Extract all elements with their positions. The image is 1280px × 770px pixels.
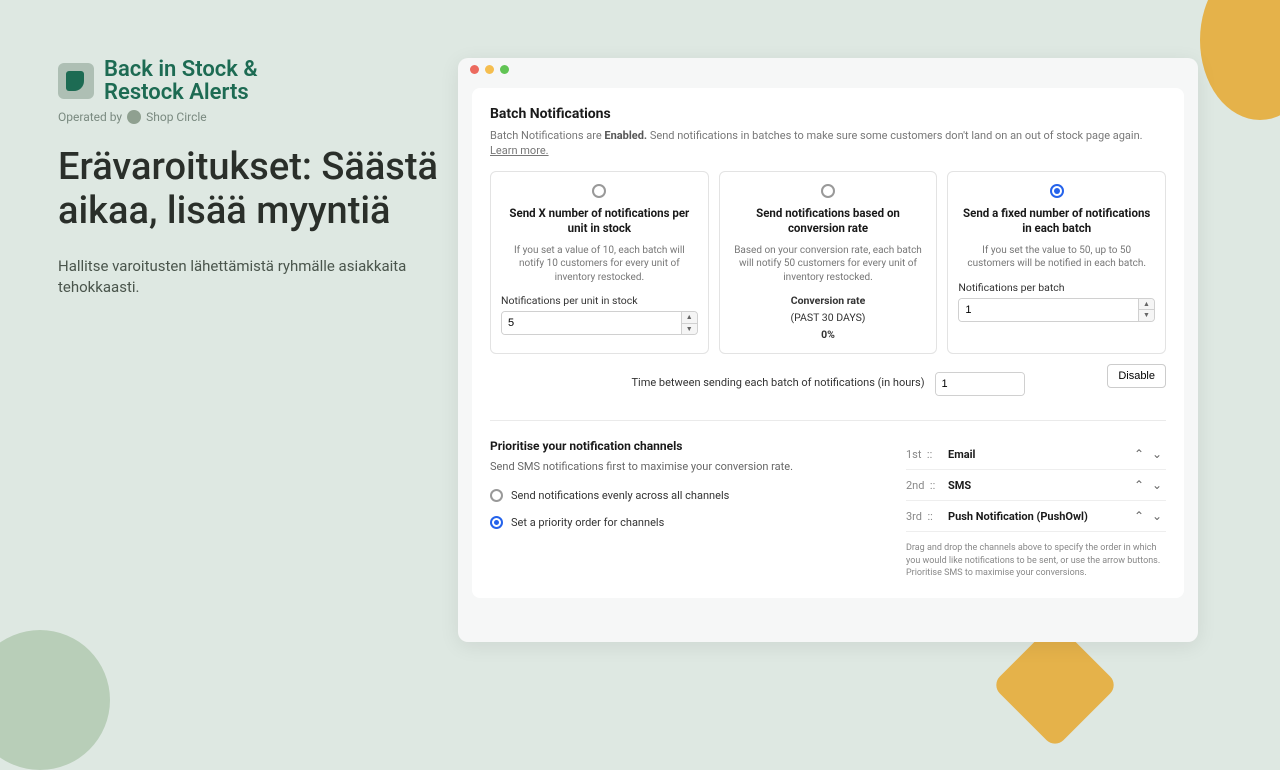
time-between-label: Time between sending each batch of notif…	[631, 376, 924, 389]
chevron-up-icon[interactable]: ⌃	[1130, 478, 1148, 492]
notifications-per-unit-input[interactable]: ▲ ▼	[501, 311, 698, 335]
learn-more-link[interactable]: Learn more.	[490, 144, 549, 157]
operated-by-label: Operated by	[58, 110, 122, 124]
channel-row-sms[interactable]: 2nd :: SMS ⌃ ⌄	[906, 470, 1166, 501]
chevron-up-icon[interactable]: ⌃	[1130, 509, 1148, 523]
app-window: Batch Notifications Batch Notifications …	[458, 58, 1198, 642]
headline: Erävaroitukset: Säästä aikaa, lisää myyn…	[58, 146, 438, 233]
priority-title: Prioritise your notification channels	[490, 439, 876, 453]
option-conversion[interactable]: Send notifications based on conversion r…	[719, 171, 938, 354]
stepper-down-icon[interactable]: ▼	[1139, 310, 1154, 321]
divider	[490, 420, 1166, 421]
time-between-input[interactable]: ▲ ▼	[935, 372, 1025, 396]
option-fixed[interactable]: Send a fixed number of notifications in …	[947, 171, 1166, 354]
radio-per-unit[interactable]	[592, 184, 606, 198]
stepper-up-icon[interactable]: ▲	[1139, 299, 1154, 311]
channel-row-email[interactable]: 1st :: Email ⌃ ⌄	[906, 439, 1166, 470]
shop-circle-icon	[127, 110, 141, 124]
chevron-down-icon[interactable]: ⌄	[1148, 509, 1166, 523]
marketing-panel: Back in Stock & Restock Alerts Operated …	[58, 58, 438, 299]
radio-priority-order[interactable]	[490, 516, 503, 529]
disable-button[interactable]: Disable	[1107, 364, 1166, 388]
option-per-unit[interactable]: Send X number of notifications per unit …	[490, 171, 709, 354]
window-titlebar	[458, 58, 1198, 80]
option-evenly[interactable]: Send notifications evenly across all cha…	[490, 489, 876, 502]
per-unit-value[interactable]	[502, 312, 681, 334]
radio-fixed[interactable]	[1050, 184, 1064, 198]
brand-name: Back in Stock & Restock Alerts	[104, 58, 258, 104]
option-priority-order[interactable]: Set a priority order for channels	[490, 516, 876, 529]
batch-title: Batch Notifications	[490, 106, 1166, 122]
app-logo-icon	[58, 63, 94, 99]
channel-hint: Drag and drop the channels above to spec…	[906, 542, 1166, 580]
notifications-per-batch-input[interactable]: ▲ ▼	[958, 298, 1155, 322]
channel-row-push[interactable]: 3rd :: Push Notification (PushOwl) ⌃ ⌄	[906, 501, 1166, 532]
maximize-icon[interactable]	[500, 65, 509, 74]
radio-evenly[interactable]	[490, 489, 503, 502]
minimize-icon[interactable]	[485, 65, 494, 74]
chevron-down-icon[interactable]: ⌄	[1148, 478, 1166, 492]
chevron-down-icon[interactable]: ⌄	[1148, 447, 1166, 461]
time-between-value[interactable]	[936, 373, 1025, 395]
radio-conversion[interactable]	[821, 184, 835, 198]
decor-shape-top-right	[1200, 0, 1280, 120]
decor-shape-bottom-left	[0, 630, 110, 770]
stepper-down-icon[interactable]: ▼	[682, 324, 697, 335]
chevron-up-icon[interactable]: ⌃	[1130, 447, 1148, 461]
conversion-rate-value: 0%	[730, 328, 927, 341]
close-icon[interactable]	[470, 65, 479, 74]
subheadline: Hallitse varoitusten lähettämistä ryhmäl…	[58, 256, 438, 300]
batch-description: Batch Notifications are Enabled. Send no…	[490, 128, 1166, 159]
shop-circle-label: Shop Circle	[146, 110, 207, 124]
batch-card: Batch Notifications Batch Notifications …	[472, 88, 1184, 598]
priority-desc: Send SMS notifications first to maximise…	[490, 459, 876, 474]
per-batch-value[interactable]	[959, 299, 1138, 321]
stepper-up-icon[interactable]: ▲	[682, 312, 697, 324]
channel-list: 1st :: Email ⌃ ⌄ 2nd :: SMS ⌃ ⌄ 3rd :: P…	[906, 439, 1166, 580]
